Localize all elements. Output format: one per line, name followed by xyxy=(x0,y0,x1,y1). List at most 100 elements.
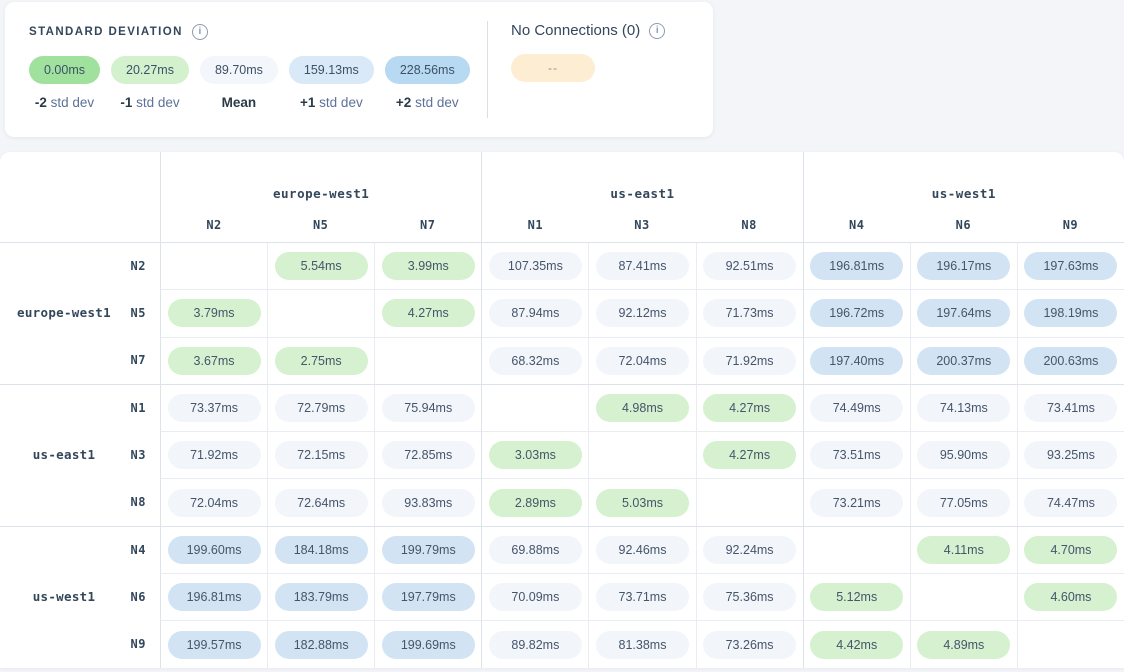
latency-pill[interactable]: 4.89ms xyxy=(917,631,1010,659)
matrix-cell: 74.49ms xyxy=(803,384,910,431)
latency-pill[interactable]: 74.13ms xyxy=(917,394,1010,422)
matrix-cell: 4.27ms xyxy=(696,384,803,431)
latency-pill[interactable]: 74.49ms xyxy=(810,394,903,422)
latency-pill[interactable]: 199.60ms xyxy=(168,536,261,564)
latency-pill[interactable]: 4.27ms xyxy=(382,299,475,327)
matrix-cell: 5.03ms xyxy=(588,478,695,525)
latency-pill[interactable]: 92.51ms xyxy=(703,252,796,280)
latency-pill[interactable]: 197.79ms xyxy=(382,583,475,611)
row-label-N6: us-west1N6 xyxy=(0,573,160,620)
info-icon[interactable]: i xyxy=(649,23,665,39)
latency-pill[interactable]: 4.11ms xyxy=(917,536,1010,564)
matrix-cell: 4.89ms xyxy=(910,620,1017,667)
latency-pill[interactable]: 2.89ms xyxy=(489,489,582,517)
latency-pill[interactable]: 3.99ms xyxy=(382,252,475,280)
latency-pill[interactable]: 4.42ms xyxy=(810,631,903,659)
matrix-cell: 4.27ms xyxy=(374,289,481,336)
no-connection-pill: -- xyxy=(511,54,595,82)
latency-pill[interactable]: 196.17ms xyxy=(917,252,1010,280)
legend-item: 228.56ms+2 std dev xyxy=(385,56,470,110)
latency-pill[interactable]: 199.69ms xyxy=(382,631,475,659)
latency-pill[interactable]: 75.36ms xyxy=(703,583,796,611)
latency-pill[interactable]: 107.35ms xyxy=(489,252,582,280)
info-icon[interactable]: i xyxy=(192,24,208,40)
latency-pill[interactable]: 87.94ms xyxy=(489,299,582,327)
column-header-N2: N2 xyxy=(160,208,267,242)
no-connections-title-row: No Connections (0) i xyxy=(511,22,713,39)
latency-pill[interactable]: 93.25ms xyxy=(1024,441,1117,469)
latency-pill[interactable]: 184.18ms xyxy=(275,536,368,564)
latency-pill[interactable]: 93.83ms xyxy=(382,489,475,517)
std-dev-scale: 0.00ms-2 std dev20.27ms-1 std dev89.70ms… xyxy=(29,56,487,110)
latency-pill[interactable]: 68.32ms xyxy=(489,347,582,375)
latency-pill[interactable]: 182.88ms xyxy=(275,631,368,659)
latency-pill[interactable]: 92.24ms xyxy=(703,536,796,564)
latency-pill[interactable]: 77.05ms xyxy=(917,489,1010,517)
latency-pill[interactable]: 5.03ms xyxy=(596,489,689,517)
latency-pill[interactable]: 74.47ms xyxy=(1024,489,1117,517)
latency-pill[interactable]: 199.57ms xyxy=(168,631,261,659)
row-header-N2: N2 xyxy=(131,259,146,273)
row-label-N2: N2 xyxy=(0,242,160,289)
latency-pill[interactable]: 4.27ms xyxy=(703,441,796,469)
latency-pill[interactable]: 73.41ms xyxy=(1024,394,1117,422)
latency-pill[interactable]: 196.81ms xyxy=(168,583,261,611)
latency-pill[interactable]: 95.90ms xyxy=(917,441,1010,469)
latency-pill[interactable]: 4.70ms xyxy=(1024,536,1117,564)
latency-pill[interactable]: 72.79ms xyxy=(275,394,368,422)
latency-pill[interactable]: 4.98ms xyxy=(596,394,689,422)
matrix-cell: 183.79ms xyxy=(267,573,374,620)
std-dev-title-row: STANDARD DEVIATION i xyxy=(29,24,487,40)
latency-pill[interactable]: 72.04ms xyxy=(168,489,261,517)
latency-pill[interactable]: 200.63ms xyxy=(1024,347,1117,375)
latency-pill[interactable]: 92.12ms xyxy=(596,299,689,327)
latency-pill[interactable]: 81.38ms xyxy=(596,631,689,659)
latency-pill[interactable]: 4.27ms xyxy=(703,394,796,422)
latency-pill[interactable]: 73.71ms xyxy=(596,583,689,611)
column-header-N9: N9 xyxy=(1017,208,1124,242)
latency-pill[interactable]: 72.04ms xyxy=(596,347,689,375)
latency-pill[interactable]: 69.88ms xyxy=(489,536,582,564)
latency-pill[interactable]: 199.79ms xyxy=(382,536,475,564)
latency-pill[interactable]: 3.79ms xyxy=(168,299,261,327)
latency-pill[interactable]: 73.26ms xyxy=(703,631,796,659)
latency-pill[interactable]: 197.63ms xyxy=(1024,252,1117,280)
latency-pill[interactable]: 73.37ms xyxy=(168,394,261,422)
latency-pill[interactable]: 70.09ms xyxy=(489,583,582,611)
latency-pill[interactable]: 3.67ms xyxy=(168,347,261,375)
latency-pill[interactable]: 197.40ms xyxy=(810,347,903,375)
latency-pill[interactable]: 71.73ms xyxy=(703,299,796,327)
latency-pill[interactable]: 89.82ms xyxy=(489,631,582,659)
latency-pill[interactable]: 196.81ms xyxy=(810,252,903,280)
column-group-europe-west1: europe-west1 xyxy=(160,152,481,208)
matrix-cell xyxy=(267,289,374,336)
matrix-cell: 4.27ms xyxy=(696,431,803,478)
latency-pill[interactable]: 5.12ms xyxy=(810,583,903,611)
latency-pill[interactable]: 4.60ms xyxy=(1024,583,1117,611)
matrix-cell: 5.54ms xyxy=(267,242,374,289)
latency-pill[interactable]: 5.54ms xyxy=(275,252,368,280)
latency-pill[interactable]: 72.64ms xyxy=(275,489,368,517)
column-header-N8: N8 xyxy=(696,208,803,242)
row-group-label: us-east1 xyxy=(0,447,128,462)
latency-pill[interactable]: 3.03ms xyxy=(489,441,582,469)
latency-pill[interactable]: 92.46ms xyxy=(596,536,689,564)
matrix-cell: 72.04ms xyxy=(588,337,695,384)
latency-pill[interactable]: 73.51ms xyxy=(810,441,903,469)
latency-pill[interactable]: 75.94ms xyxy=(382,394,475,422)
latency-pill[interactable]: 2.75ms xyxy=(275,347,368,375)
latency-pill[interactable]: 87.41ms xyxy=(596,252,689,280)
latency-pill[interactable]: 72.85ms xyxy=(382,441,475,469)
latency-pill[interactable]: 72.15ms xyxy=(275,441,368,469)
latency-pill[interactable]: 196.72ms xyxy=(810,299,903,327)
column-header-N6: N6 xyxy=(910,208,1017,242)
matrix-cell: 89.82ms xyxy=(481,620,588,667)
latency-pill[interactable]: 200.37ms xyxy=(917,347,1010,375)
latency-pill[interactable]: 71.92ms xyxy=(703,347,796,375)
latency-pill[interactable]: 198.19ms xyxy=(1024,299,1117,327)
matrix-cell: 73.41ms xyxy=(1017,384,1124,431)
latency-pill[interactable]: 73.21ms xyxy=(810,489,903,517)
latency-pill[interactable]: 197.64ms xyxy=(917,299,1010,327)
latency-pill[interactable]: 183.79ms xyxy=(275,583,368,611)
latency-pill[interactable]: 71.92ms xyxy=(168,441,261,469)
